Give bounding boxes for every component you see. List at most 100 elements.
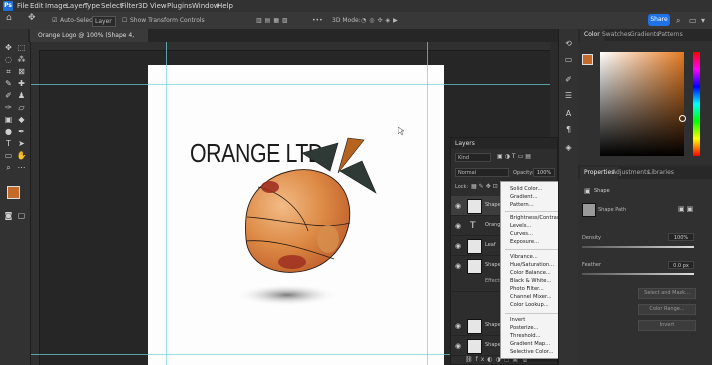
layer-mask-thumbnail[interactable]: [582, 203, 596, 217]
document-tab[interactable]: Orange Logo @ 100% (Shape 4, RGB/8) *: [30, 29, 148, 52]
auto-select-checkbox[interactable]: ☑: [52, 16, 57, 25]
menu-view[interactable]: View: [150, 0, 167, 12]
dodge-tool-icon[interactable]: ●: [3, 127, 14, 137]
home-icon[interactable]: ⌂: [6, 14, 12, 23]
tab-color[interactable]: Color: [580, 29, 604, 41]
kind-filter-select[interactable]: Kind: [455, 153, 491, 162]
feather-slider[interactable]: [582, 273, 694, 275]
menu-item-hue-saturation[interactable]: Hue/Saturation...: [510, 262, 554, 268]
more-tools-icon[interactable]: ⋯: [16, 163, 27, 173]
layers-stack-icon[interactable]: ◈: [563, 143, 574, 153]
frame-tool-icon[interactable]: ⊠: [16, 67, 27, 77]
comments-icon[interactable]: ▭: [563, 55, 574, 65]
menu-item-solid-color[interactable]: Solid Color...: [510, 186, 542, 192]
tab-adjustments[interactable]: Adjustments: [612, 167, 650, 179]
stamp-tool-icon[interactable]: ♟: [16, 91, 27, 101]
invert-button[interactable]: Invert: [638, 320, 696, 331]
panel-toggle-icon[interactable]: ▾: [701, 16, 705, 25]
color-picker-field[interactable]: [600, 52, 684, 156]
filter-icons[interactable]: ▣◑T▭▤: [497, 153, 555, 162]
menu-item-levels[interactable]: Levels...: [510, 223, 531, 229]
align-icons[interactable]: ▥▤▦▧: [256, 16, 291, 25]
show-transform-checkbox[interactable]: ☐: [122, 16, 127, 25]
3d-tools-icons[interactable]: ◔◎✣◈▶: [361, 16, 401, 25]
pen-tool-icon[interactable]: ✒: [16, 127, 27, 137]
menu-item-pattern[interactable]: Pattern...: [510, 202, 534, 208]
menu-item-threshold[interactable]: Threshold...: [510, 333, 541, 339]
blur-tool-icon[interactable]: ◆: [16, 115, 27, 125]
move-tool-icon[interactable]: ✥: [3, 43, 14, 53]
menu-item-color-lookup[interactable]: Color Lookup...: [510, 302, 549, 308]
menu-help[interactable]: Help: [217, 0, 233, 12]
visibility-eye-icon[interactable]: ◉: [455, 322, 461, 330]
layer-select[interactable]: Layer: [92, 16, 116, 27]
character-icon[interactable]: A: [563, 109, 574, 119]
menu-item-color-balance[interactable]: Color Balance...: [510, 270, 551, 276]
tab-patterns[interactable]: Patterns: [658, 29, 683, 41]
artboard-tool-icon[interactable]: ⬚: [16, 43, 27, 53]
visibility-eye-icon[interactable]: ◉: [455, 222, 461, 230]
menu-item-selective-color[interactable]: Selective Color...: [510, 349, 553, 355]
search-icon[interactable]: ⌕: [676, 16, 680, 25]
density-input[interactable]: 100%: [668, 233, 694, 241]
visibility-eye-icon[interactable]: ◉: [455, 242, 461, 250]
menu-item-invert[interactable]: Invert: [510, 317, 525, 323]
gradient-tool-icon[interactable]: ▣: [3, 115, 14, 125]
foreground-color-swatch[interactable]: [7, 186, 20, 199]
adjust-icon[interactable]: ☰: [563, 91, 574, 101]
visibility-eye-icon[interactable]: ◉: [455, 202, 461, 210]
type-tool-icon[interactable]: T: [3, 139, 14, 149]
menu-layer[interactable]: Layer: [66, 0, 86, 12]
more-options-icon[interactable]: •••: [312, 16, 323, 25]
eraser-tool-icon[interactable]: ▱: [16, 103, 27, 113]
blend-mode-select[interactable]: Normal: [455, 168, 509, 177]
density-slider[interactable]: [582, 246, 694, 248]
menu-window[interactable]: Window: [192, 0, 220, 12]
move-tool-icon[interactable]: ✥: [28, 14, 36, 23]
history-icon[interactable]: ⟲: [563, 39, 574, 49]
screen-mode-icon[interactable]: ▢: [16, 211, 27, 221]
quick-select-icon[interactable]: ⁂: [16, 55, 27, 65]
brush-settings-icon[interactable]: ✐: [563, 75, 574, 85]
healing-brush-icon[interactable]: ✚: [16, 79, 27, 89]
crop-tool-icon[interactable]: ⌗: [3, 67, 14, 77]
brush-tool-icon[interactable]: ✐: [3, 91, 14, 101]
menu-item-curves[interactable]: Curves...: [510, 231, 533, 237]
opacity-input[interactable]: 100%: [533, 168, 555, 177]
path-select-icon[interactable]: ➤: [16, 139, 27, 149]
menu-item-posterize[interactable]: Posterize...: [510, 325, 538, 331]
history-brush-icon[interactable]: ✑: [3, 103, 14, 113]
menu-filter[interactable]: Filter: [121, 0, 138, 12]
menu-select[interactable]: Select: [101, 0, 123, 12]
menu-3d[interactable]: 3D: [138, 0, 148, 12]
hand-tool-icon[interactable]: ✋: [16, 151, 27, 161]
paragraph-icon[interactable]: ¶: [563, 125, 574, 135]
tab-gradients[interactable]: Gradients: [630, 29, 659, 41]
visibility-eye-icon[interactable]: ◉: [455, 262, 461, 270]
share-button[interactable]: Share: [648, 14, 670, 26]
hue-slider[interactable]: [693, 52, 700, 156]
menu-item-channel-mixer[interactable]: Channel Mixer...: [510, 294, 552, 300]
menu-file[interactable]: File: [17, 0, 29, 12]
menu-item-black-white[interactable]: Black & White...: [510, 278, 551, 284]
feather-input[interactable]: 0.0 px: [668, 261, 694, 269]
menu-item-vibrance[interactable]: Vibrance...: [510, 254, 538, 260]
menu-image[interactable]: Image: [45, 0, 67, 12]
tab-swatches[interactable]: Swatches: [602, 29, 631, 41]
rectangle-tool-icon[interactable]: ▭: [3, 151, 14, 161]
layers-panel-title[interactable]: Layers: [451, 138, 557, 149]
workspace-icon[interactable]: ▭: [689, 16, 697, 25]
menu-item-gradient[interactable]: Gradient...: [510, 194, 538, 200]
select-and-mask-button[interactable]: Select and Mask...: [638, 288, 696, 299]
color-picker-handle[interactable]: [679, 115, 686, 122]
menu-plugins[interactable]: Plugins: [167, 0, 192, 12]
menu-item-photo-filter[interactable]: Photo Filter...: [510, 286, 544, 292]
fg-color-chip[interactable]: [582, 54, 593, 65]
eyedropper-icon[interactable]: ✎: [3, 79, 14, 89]
quick-mask-icon[interactable]: ◙: [3, 211, 14, 221]
zoom-tool-icon[interactable]: ⌕: [3, 163, 14, 173]
menu-item-gradient-map[interactable]: Gradient Map...: [510, 341, 550, 347]
tab-libraries[interactable]: Libraries: [648, 167, 674, 179]
menu-item-exposure[interactable]: Exposure...: [510, 239, 539, 245]
color-range-button[interactable]: Color Range...: [638, 304, 696, 315]
